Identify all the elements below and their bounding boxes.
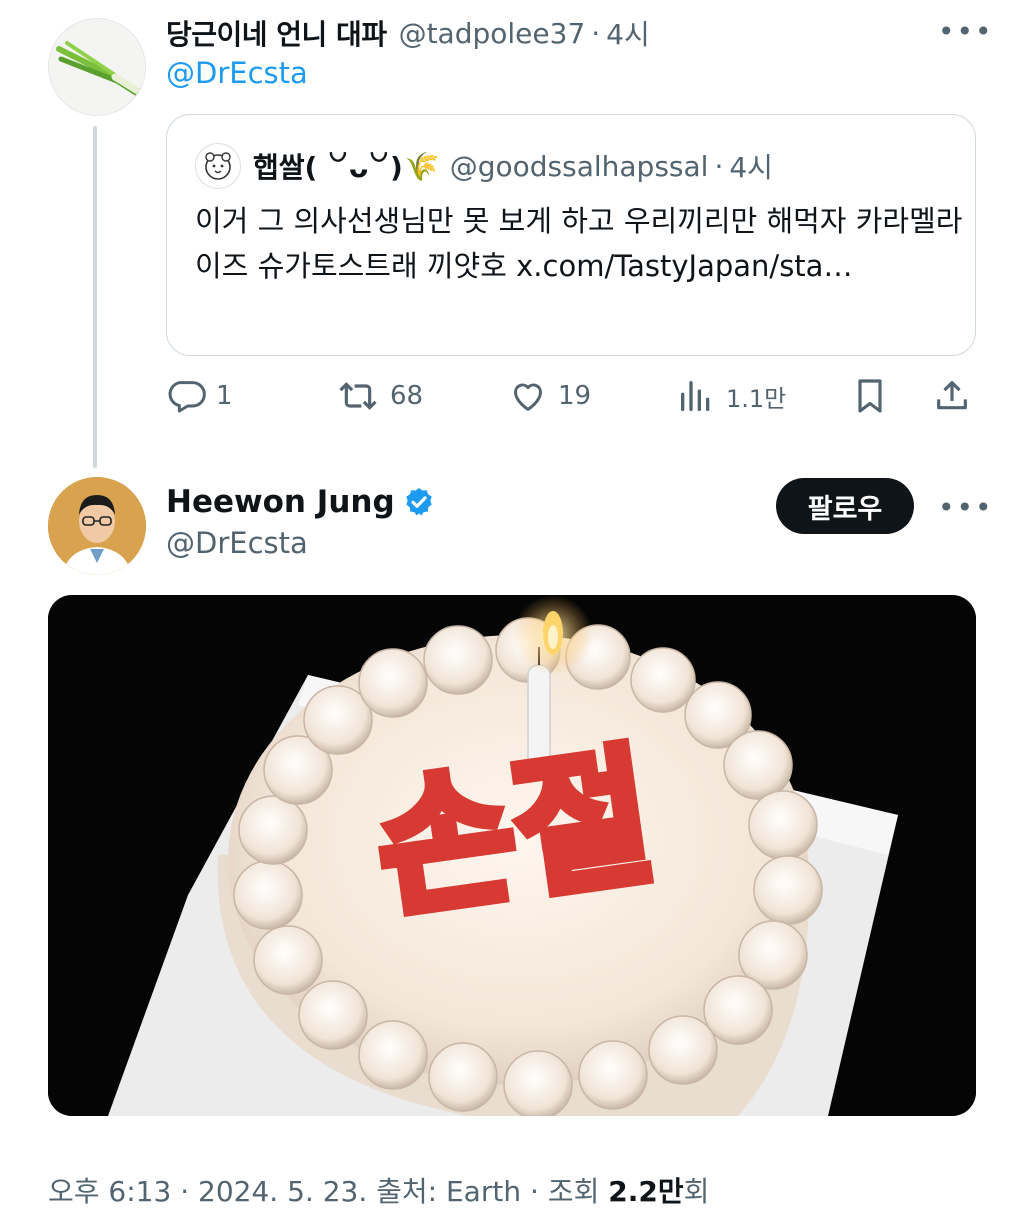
reply-author-handle[interactable]: @tadpolee37 [399, 17, 586, 50]
views-button[interactable]: 1.1만 [676, 370, 786, 422]
reply-action-bar: 1 68 19 1.1만 [166, 370, 976, 422]
quote-author-name[interactable]: 햅쌀( ꒡ᴗ꒡) [253, 146, 403, 186]
repost-icon [339, 382, 377, 410]
analytics-icon [681, 381, 710, 411]
post-time[interactable]: 오후 6:13 [48, 1175, 171, 1208]
rice-emoji-icon: 🌾 [404, 149, 440, 183]
reply-mention-link[interactable]: @DrEcsta [166, 56, 308, 90]
author-name-row: Heewon Jung [166, 484, 435, 520]
share-button[interactable] [932, 370, 972, 422]
author-handle[interactable]: @DrEcsta [166, 526, 308, 560]
reply-more-icon[interactable]: ••• [938, 18, 994, 46]
quote-time[interactable]: 4시 [729, 146, 773, 186]
green-onion-icon [56, 41, 145, 98]
post-more-icon[interactable]: ••• [938, 494, 994, 522]
footer-separator: · [530, 1175, 548, 1208]
like-count: 19 [558, 381, 592, 411]
post-image[interactable]: 손절 [48, 595, 976, 1116]
share-icon [937, 381, 967, 410]
verified-badge-icon [405, 488, 432, 516]
quote-avatar[interactable] [195, 143, 241, 189]
repost-button[interactable]: 68 [336, 370, 423, 422]
quote-header: 햅쌀( ꒡ᴗ꒡) 🌾 @goodssalhapssal · 4시 [195, 143, 773, 189]
views-total: 2.2만 [608, 1175, 684, 1208]
reply-time[interactable]: 4시 [606, 13, 650, 53]
reply-author-name[interactable]: 당근이네 언니 대파 [166, 13, 387, 53]
heart-icon [514, 383, 542, 411]
reply-button[interactable]: 1 [166, 370, 233, 422]
views-label: 조회 [547, 1175, 600, 1208]
reply-separator: · [591, 16, 601, 50]
like-button[interactable]: 19 [508, 370, 591, 422]
author-name[interactable]: Heewon Jung [166, 484, 395, 520]
quote-separator: · [714, 149, 724, 183]
follow-button[interactable]: 팔로우 [776, 478, 914, 534]
quote-author-handle[interactable]: @goodssalhapssal [450, 150, 709, 183]
footer-separator: · [180, 1175, 199, 1208]
bookmark-button[interactable] [850, 370, 890, 422]
reply-header: 당근이네 언니 대파 @tadpolee37 · 4시 [166, 10, 650, 56]
bookmark-icon [858, 379, 882, 413]
repost-count: 68 [390, 381, 424, 411]
post-source: 출처: Earth [376, 1175, 522, 1208]
thread-connector-line [93, 126, 97, 468]
quote-body-text: 이거 그 의사선생님만 못 보게 하고 우리끼리만 해먹자 카라멜라이즈 슈가토… [195, 204, 963, 283]
post-date[interactable]: 2024. 5. 23. [198, 1175, 367, 1208]
reply-avatar[interactable] [48, 18, 146, 116]
post-footer: 오후 6:13 · 2024. 5. 23. 출처: Earth · 조회 2.… [48, 1170, 709, 1210]
reply-count: 1 [216, 381, 233, 411]
quoted-tweet-card[interactable]: 햅쌀( ꒡ᴗ꒡) 🌾 @goodssalhapssal · 4시 이거 그 의사… [166, 114, 976, 356]
author-avatar[interactable] [48, 477, 146, 575]
views-count: 1.1만 [726, 384, 787, 413]
comment-icon [168, 381, 206, 413]
birthday-cake-photo: 손절 [48, 595, 976, 1116]
cartoon-bear-icon [205, 152, 231, 180]
profile-photo-icon [48, 477, 146, 575]
views-suffix: 회 [683, 1175, 710, 1208]
